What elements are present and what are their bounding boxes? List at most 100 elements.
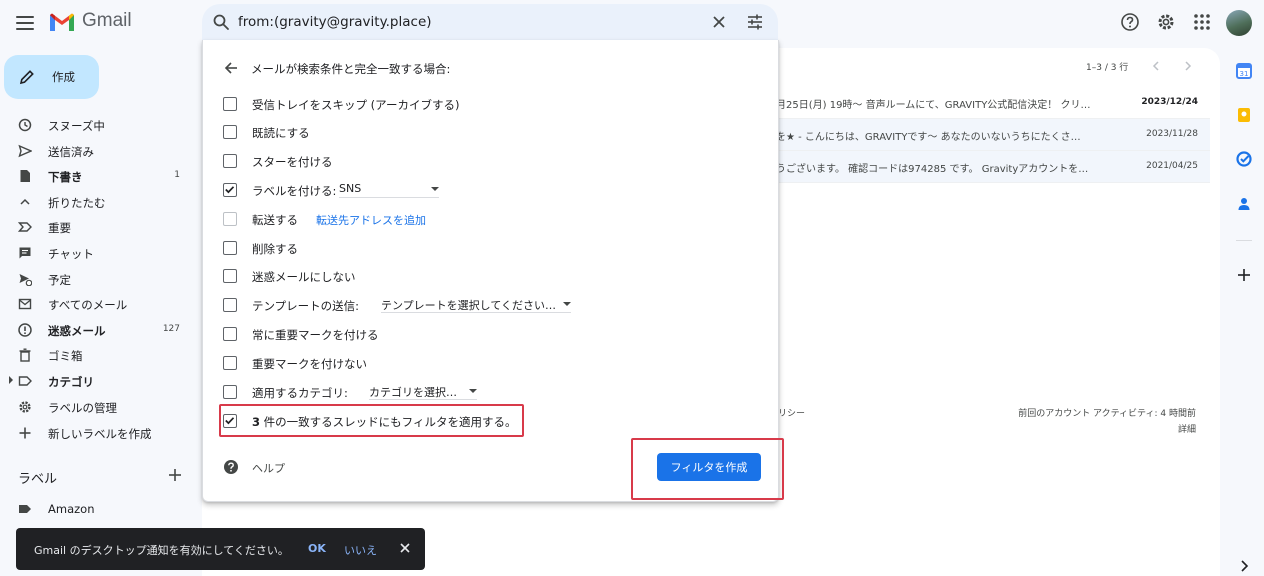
search-input[interactable]: [238, 11, 708, 33]
select-value: カテゴリを選択…: [369, 386, 457, 399]
filter-option-select[interactable]: テンプレートを選択してください…: [381, 297, 571, 313]
sidebar-item[interactable]: 送信済み: [0, 139, 192, 163]
calendar-icon[interactable]: 31: [1236, 63, 1252, 79]
dropdown-caret-icon: [431, 187, 439, 191]
plus-icon: [19, 427, 31, 439]
sidebar-item-label: チャット: [48, 247, 94, 261]
filter-option-row: ラベルを付ける: SNS: [223, 180, 743, 200]
filter-option-label: 削除する: [252, 242, 298, 256]
snackbar-ok-button[interactable]: OK: [308, 542, 326, 555]
add-label-icon[interactable]: [166, 466, 184, 484]
filter-option-label: ラベルを付ける:: [252, 184, 337, 198]
filter-option-row: 削除する: [223, 238, 743, 258]
add-addon-icon[interactable]: [1236, 267, 1252, 283]
avatar[interactable]: [1226, 10, 1252, 36]
sidebar-item[interactable]: 下書き 1: [0, 164, 192, 188]
filter-option-checkbox[interactable]: [223, 327, 237, 341]
account-activity-details-link[interactable]: 詳細: [1018, 422, 1196, 438]
tasks-icon[interactable]: [1236, 151, 1252, 167]
compose-label: 作成: [52, 70, 75, 84]
rail-divider: [1236, 240, 1252, 241]
filter-option-label: テンプレートの送信:: [252, 299, 360, 313]
sidebar-item[interactable]: ゴミ箱: [0, 343, 192, 367]
help-icon[interactable]: [1120, 12, 1140, 32]
help-link[interactable]: ヘルプ: [252, 460, 285, 476]
filter-option-checkbox[interactable]: [223, 241, 237, 255]
sidebar-item[interactable]: 新しいラベルを作成: [0, 421, 192, 445]
footer-policy-link[interactable]: リシー: [778, 406, 805, 419]
expand-panel-icon[interactable]: [1236, 558, 1252, 574]
sidebar-item[interactable]: すべてのメール: [0, 292, 192, 316]
close-icon[interactable]: [399, 542, 411, 554]
pager-text: 1–3 / 3 行: [1086, 63, 1129, 73]
snackbar-no-button[interactable]: いいえ: [344, 542, 377, 558]
filter-option-checkbox[interactable]: [223, 183, 237, 197]
sidebar-item[interactable]: 迷惑メール 127: [0, 318, 192, 342]
mail-date: 2021/04/25: [1146, 161, 1198, 171]
help-circle-icon[interactable]: [223, 459, 239, 475]
select-value: テンプレートを選択してください…: [381, 299, 557, 312]
filter-option-row: 既読にする: [223, 122, 743, 142]
sidebar-item-label: ラベルの管理: [48, 401, 117, 415]
sidebar-item[interactable]: ラベルの管理: [0, 395, 192, 419]
spam-icon: [18, 323, 32, 337]
menu-icon[interactable]: [14, 12, 36, 34]
logo-text: Gmail: [82, 10, 132, 31]
keep-icon[interactable]: [1236, 107, 1252, 123]
filter-option-select[interactable]: SNS: [339, 182, 439, 198]
clock-icon: [18, 118, 32, 132]
sidebar-item-label: 重要: [48, 221, 71, 235]
sidebar-item-label: ゴミ箱: [48, 349, 83, 363]
filter-option-checkbox[interactable]: [223, 356, 237, 370]
filter-option-checkbox[interactable]: [223, 125, 237, 139]
filter-option-row: 適用するカテゴリ: カテゴリを選択…: [223, 382, 743, 402]
filter-option-checkbox[interactable]: [223, 154, 237, 168]
search-icon[interactable]: [212, 13, 230, 31]
sidebar-item-label: 迷惑メール: [48, 324, 106, 338]
apps-icon[interactable]: [1192, 12, 1212, 32]
prev-page-icon[interactable]: [1150, 60, 1162, 72]
sidebar-item[interactable]: 折りたたむ: [0, 190, 192, 214]
contacts-icon[interactable]: [1236, 196, 1252, 212]
sidebar-item-label: 下書き: [48, 170, 83, 184]
highlight-apply-box: [219, 404, 524, 437]
filter-option-checkbox[interactable]: [223, 269, 237, 283]
sidebar-item[interactable]: カテゴリ: [0, 369, 192, 393]
select-value: SNS: [339, 182, 362, 195]
filter-option-row: 受信トレイをスキップ (アーカイブする): [223, 94, 743, 114]
gear-icon[interactable]: [1156, 12, 1176, 32]
snackbar-message: Gmail のデスクトップ通知を有効にしてください。: [34, 544, 289, 557]
filter-option-checkbox[interactable]: [223, 298, 237, 312]
scheduled-icon: [19, 274, 32, 286]
sidebar-item-count: 127: [162, 324, 180, 334]
sidebar-item-count: 1: [174, 170, 180, 180]
dropdown-caret-icon: [469, 389, 477, 393]
filter-option-checkbox[interactable]: [223, 212, 237, 226]
gmail-logo[interactable]: [48, 9, 76, 35]
label-item-amazon[interactable]: Amazon: [0, 497, 192, 521]
clear-icon[interactable]: [710, 13, 728, 31]
account-activity-text: 前回のアカウント アクティビティ: 4 時間前: [1018, 409, 1196, 419]
filter-option-checkbox[interactable]: [223, 385, 237, 399]
next-page-icon[interactable]: [1182, 60, 1194, 72]
svg-text:31: 31: [1240, 70, 1249, 78]
filter-option-checkbox[interactable]: [223, 97, 237, 111]
tune-icon[interactable]: [746, 13, 764, 31]
sidebar-item[interactable]: スヌーズ中: [0, 113, 192, 137]
filter-option-label: 受信トレイをスキップ (アーカイブする): [252, 98, 460, 112]
back-arrow-icon[interactable]: [223, 60, 239, 76]
sidebar-item[interactable]: 重要: [0, 215, 192, 239]
create-filter-button[interactable]: フィルタを作成: [657, 453, 761, 481]
filter-option-row: 常に重要マークを付ける: [223, 324, 743, 344]
filter-option-select[interactable]: カテゴリを選択…: [369, 384, 477, 400]
filter-option-row: 転送する 転送先アドレスを追加: [223, 209, 743, 229]
search-box: [202, 4, 778, 40]
filter-option-label: 常に重要マークを付ける: [252, 328, 379, 342]
add-forward-address-link[interactable]: 転送先アドレスを追加: [316, 212, 426, 228]
filter-option-row: 重要マークを付けない: [223, 353, 743, 373]
filter-option-row: スターを付ける: [223, 151, 743, 171]
sidebar-item[interactable]: チャット: [0, 241, 192, 265]
trash-icon: [19, 348, 31, 362]
compose-button[interactable]: 作成: [4, 55, 99, 99]
sidebar-item[interactable]: 予定: [0, 267, 192, 291]
